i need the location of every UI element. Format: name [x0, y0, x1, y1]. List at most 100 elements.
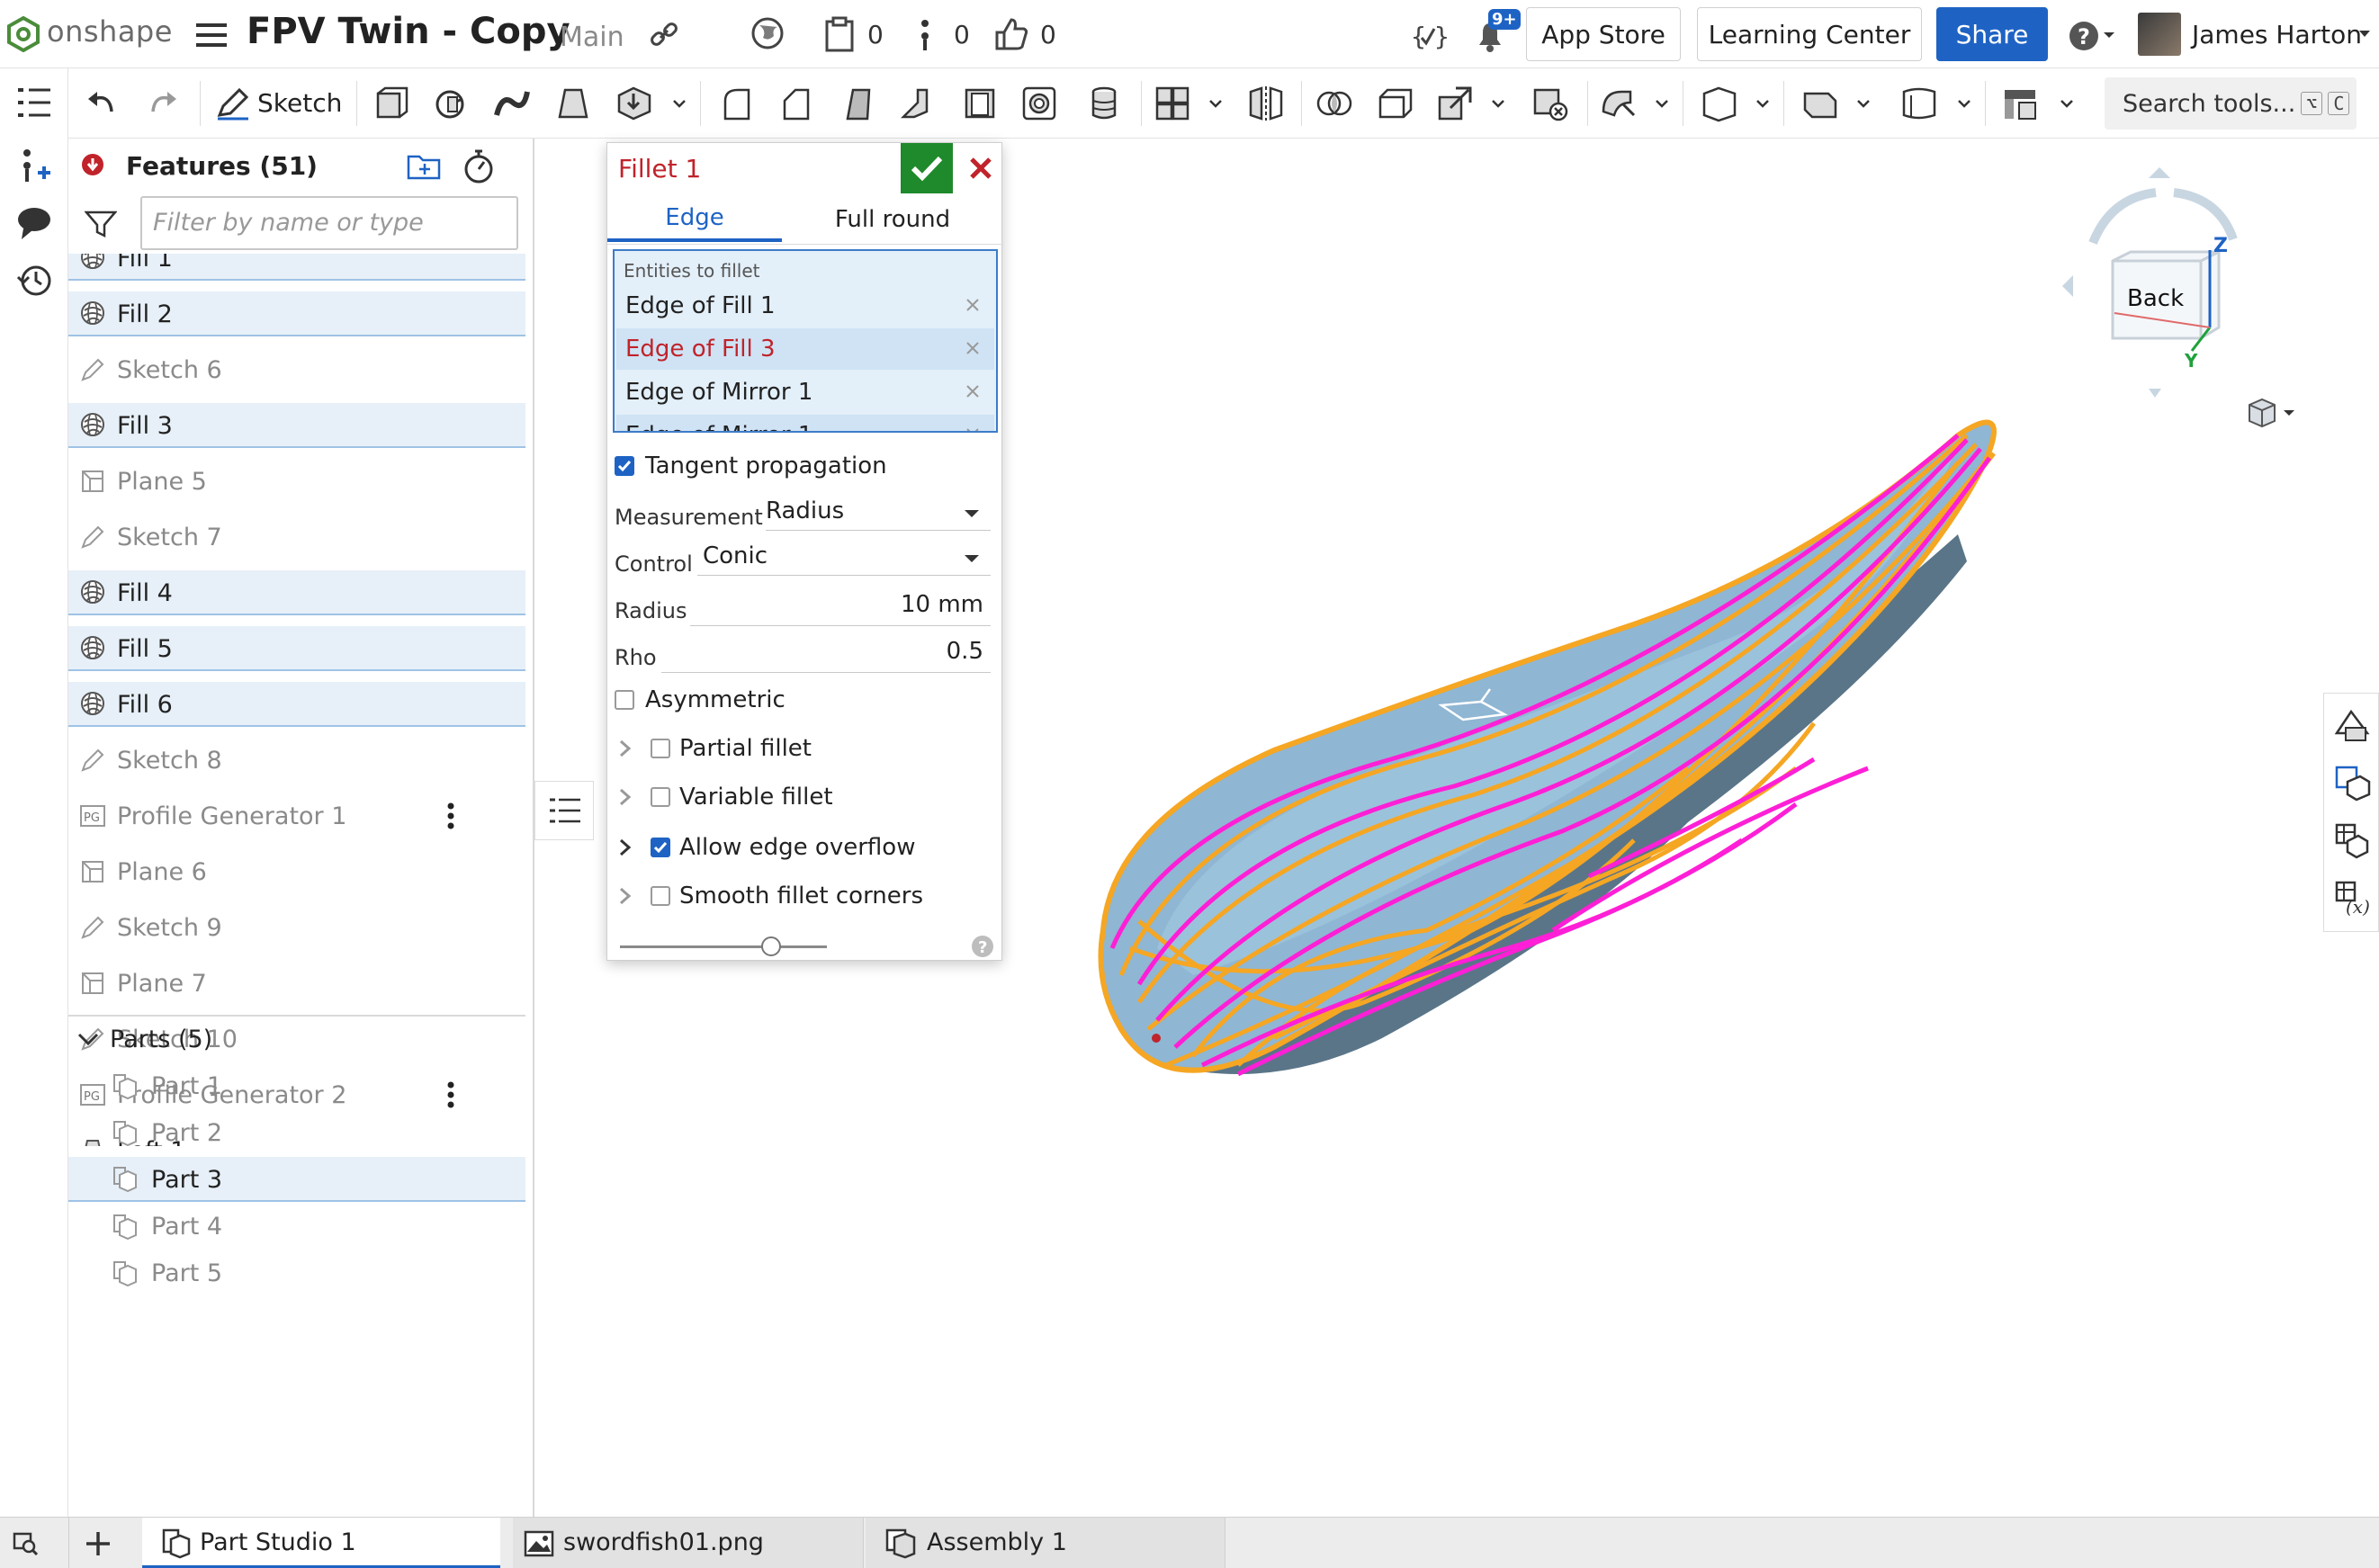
linear-pattern-icon[interactable] [1154, 85, 1191, 122]
appearance-panel-icon[interactable] [2333, 706, 2371, 744]
feature-list-icon[interactable] [14, 85, 54, 124]
chevron-down-icon[interactable] [2059, 95, 2075, 112]
chamfer-icon[interactable] [777, 85, 815, 122]
control-select[interactable]: Conic [697, 539, 991, 576]
variables-icon[interactable]: {} [1411, 18, 1447, 54]
tab-full-round[interactable]: Full round [782, 197, 1003, 242]
parts-section-header[interactable]: Parts (5) [68, 1015, 525, 1060]
globe-icon[interactable] [750, 16, 785, 50]
help-icon[interactable]: ? [2068, 20, 2118, 52]
part-item[interactable]: Part 1 [68, 1063, 525, 1108]
stopwatch-icon[interactable] [462, 149, 495, 184]
comments-icon[interactable] [14, 203, 54, 243]
tab-swordfish-image[interactable]: swordfish01.png [513, 1518, 864, 1568]
rotate-left-arrow-icon[interactable] [2062, 275, 2073, 297]
remove-entity-icon[interactable] [962, 381, 983, 402]
branch-name[interactable]: Main [560, 22, 624, 53]
rotate-down-arrow-icon[interactable] [2149, 387, 2161, 399]
revolve-icon[interactable] [432, 85, 470, 122]
feature-item[interactable]: Fill 1 [68, 254, 525, 281]
entity-item[interactable]: Edge of Mirror 1 [616, 372, 994, 413]
user-name[interactable]: James Harton [2192, 20, 2362, 49]
cancel-button[interactable] [958, 143, 1003, 193]
feature-item[interactable]: Fill 3 [68, 403, 525, 448]
sweep-icon[interactable] [493, 85, 531, 122]
preview-slider-thumb[interactable] [760, 936, 781, 956]
more-options-icon[interactable] [446, 802, 455, 829]
thread-icon[interactable] [1085, 85, 1123, 122]
rho-input[interactable]: 0.5 [661, 634, 991, 673]
versions-icon[interactable] [918, 18, 932, 52]
draft-icon[interactable] [839, 85, 876, 122]
allow-edge-overflow-checkbox[interactable] [651, 838, 670, 857]
graphics-viewport[interactable]: Back Z Y [1004, 139, 2379, 1517]
chevron-down-icon[interactable] [77, 1029, 99, 1049]
feature-item[interactable]: PG Profile Generator 1 [68, 793, 525, 838]
plane-icon[interactable] [1701, 85, 1738, 122]
part-item[interactable]: Part 5 [68, 1250, 525, 1295]
feature-filter-input[interactable]: Filter by name or type [140, 196, 518, 250]
part-item[interactable]: Part 3 [68, 1157, 525, 1202]
rollback-error-icon[interactable] [81, 153, 104, 176]
view-orientation-menu-icon[interactable] [2246, 396, 2300, 432]
fillet-icon[interactable] [718, 85, 756, 122]
sketch-button[interactable]: Sketch [257, 88, 342, 118]
rotate-arc-icon[interactable] [2088, 188, 2157, 245]
undo-icon[interactable] [83, 85, 121, 122]
preview-slider-track[interactable] [620, 945, 827, 948]
onshape-logo-icon[interactable] [5, 16, 41, 52]
variable-fillet-checkbox[interactable] [651, 787, 670, 807]
delete-part-icon[interactable] [1531, 85, 1569, 122]
tab-part-studio[interactable]: Part Studio 1 [142, 1518, 500, 1568]
sheet-metal-icon[interactable] [1801, 85, 1839, 122]
feature-item[interactable]: Sketch 8 [68, 738, 525, 783]
feature-item[interactable]: Fill 5 [68, 626, 525, 671]
shell-icon[interactable] [961, 85, 999, 122]
redo-icon[interactable] [144, 85, 182, 122]
chevron-down-icon[interactable] [1490, 95, 1506, 112]
asymmetric-checkbox[interactable] [615, 690, 634, 710]
loft-icon[interactable] [554, 85, 592, 122]
remove-entity-icon[interactable] [962, 424, 983, 431]
extrude-icon[interactable] [373, 85, 410, 122]
tab-edge[interactable]: Edge [607, 197, 782, 242]
chevron-down-icon[interactable] [1755, 95, 1771, 112]
modify-fillet-icon[interactable] [1600, 85, 1638, 122]
add-tab-icon[interactable] [85, 1530, 112, 1557]
feature-item[interactable]: Sketch 9 [68, 905, 525, 950]
surface-icon[interactable] [1900, 85, 1938, 122]
part-item[interactable]: Part 4 [68, 1204, 525, 1249]
app-store-button[interactable]: App Store [1526, 7, 1681, 61]
sketch-pencil-icon[interactable] [214, 85, 252, 122]
chevron-right-icon[interactable] [618, 787, 633, 807]
view-cube-face-label[interactable]: Back [2127, 285, 2184, 312]
measurement-select[interactable]: Radius [766, 494, 991, 531]
chevron-down-icon[interactable] [1654, 95, 1670, 112]
feature-item[interactable]: Plane 5 [68, 459, 525, 504]
feature-item[interactable]: Fill 2 [68, 291, 525, 336]
user-menu-chevron-icon[interactable] [2357, 29, 2372, 40]
add-folder-icon[interactable] [407, 151, 443, 182]
rotate-up-arrow-icon[interactable] [2149, 167, 2170, 178]
tab-assembly[interactable]: Assembly 1 [866, 1518, 1225, 1568]
entity-item[interactable]: Edge of Mirror 1 [616, 415, 994, 431]
clipboard-icon[interactable] [824, 16, 855, 52]
feature-item[interactable]: Plane 7 [68, 961, 525, 1006]
feature-item[interactable]: Fill 6 [68, 682, 525, 727]
feature-item[interactable]: Plane 6 [68, 849, 525, 894]
confirm-button[interactable] [901, 143, 953, 193]
frames-icon[interactable] [2001, 85, 2039, 122]
chevron-down-icon[interactable] [1956, 95, 1972, 112]
chevron-right-icon[interactable] [618, 739, 633, 758]
bill-of-materials-icon[interactable] [2333, 764, 2371, 802]
filter-funnel-icon[interactable] [85, 209, 117, 239]
hole-icon[interactable] [1020, 85, 1058, 122]
chevron-down-icon[interactable] [1855, 95, 1872, 112]
split-icon[interactable] [1377, 85, 1414, 122]
toggle-feature-panel-button[interactable] [534, 781, 594, 840]
chevron-right-icon[interactable] [618, 838, 633, 857]
thumbs-up-icon[interactable] [993, 16, 1029, 52]
tangent-propagation-checkbox[interactable] [615, 456, 634, 476]
history-icon[interactable] [14, 259, 54, 299]
smooth-fillet-corners-checkbox[interactable] [651, 886, 670, 906]
